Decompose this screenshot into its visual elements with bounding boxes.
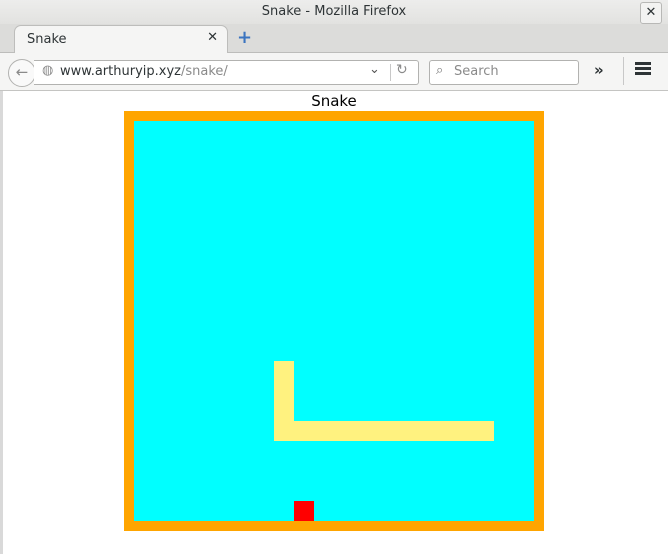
snake-segment — [274, 421, 294, 441]
game-board[interactable] — [134, 121, 534, 521]
snake-segment — [414, 421, 434, 441]
window-title: Snake - Mozilla Firefox — [261, 4, 407, 19]
page-title: Snake — [311, 92, 357, 110]
navigation-toolbar: ← ◍ www.arthuryip.xyz/snake/ ⌄ ↻ ⌕ Searc… — [0, 53, 668, 91]
tab-title: Snake — [27, 32, 67, 47]
food-pellet — [294, 501, 314, 521]
snake-segment — [274, 401, 294, 421]
url-separator — [390, 64, 391, 81]
tab-snake[interactable]: Snake ✕ — [14, 25, 228, 54]
snake-segment — [314, 421, 334, 441]
dropdown-icon[interactable]: ⌄ — [369, 62, 380, 77]
snake-segment — [354, 421, 374, 441]
url-text[interactable]: www.arthuryip.xyz/snake/ — [60, 64, 228, 79]
tab-close-icon[interactable]: ✕ — [207, 30, 218, 45]
snake-segment — [334, 421, 354, 441]
back-arrow-icon: ← — [15, 63, 29, 81]
snake-segment — [274, 381, 294, 401]
window-edge — [0, 91, 3, 554]
snake-segment — [474, 421, 494, 441]
window-close-button[interactable]: ✕ — [640, 2, 662, 24]
url-domain: www.arthuryip.xyz — [60, 64, 181, 79]
search-bar[interactable]: ⌕ Search — [429, 60, 579, 85]
title-bar: Snake - Mozilla Firefox ✕ — [0, 0, 668, 24]
url-bar[interactable]: ◍ www.arthuryip.xyz/snake/ ⌄ ↻ — [34, 60, 419, 85]
snake-segment — [454, 421, 474, 441]
snake-segment — [434, 421, 454, 441]
url-path: /snake/ — [180, 64, 228, 79]
snake-segment — [374, 421, 394, 441]
hamburger-menu-icon[interactable] — [635, 62, 651, 77]
globe-icon: ◍ — [42, 63, 54, 78]
reload-icon[interactable]: ↻ — [396, 62, 408, 78]
snake-segment — [394, 421, 414, 441]
snake-segment — [294, 421, 314, 441]
browser-window: Snake - Mozilla Firefox ✕ Snake ✕ + ← ◍ … — [0, 0, 668, 554]
toolbar-separator — [623, 57, 624, 85]
search-icon: ⌕ — [436, 63, 444, 78]
back-button[interactable]: ← — [8, 59, 36, 87]
snake-segment — [274, 361, 294, 381]
new-tab-button[interactable]: + — [237, 27, 252, 48]
overflow-icon[interactable]: » — [594, 61, 604, 79]
game-board-border — [124, 111, 544, 531]
tab-strip: Snake ✕ + — [0, 24, 668, 54]
search-input[interactable]: Search — [454, 64, 499, 79]
page-content: Snake — [0, 91, 668, 554]
